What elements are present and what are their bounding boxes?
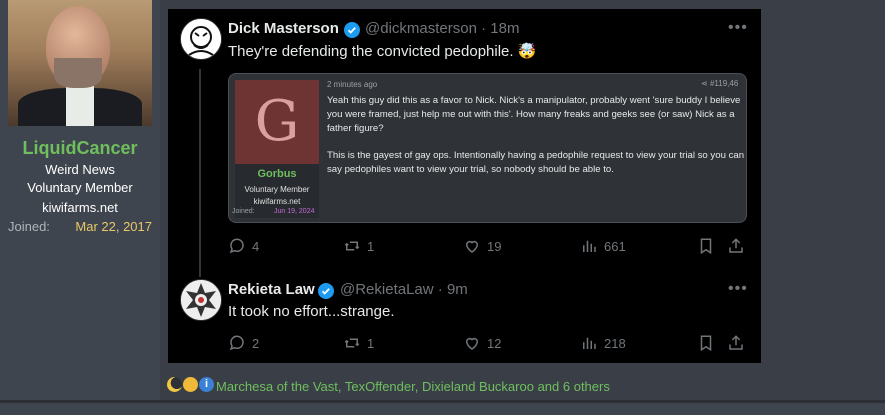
joined-date: Mar 22, 2017 [75,219,152,234]
retweet-button[interactable]: 1 [343,236,374,256]
quoted-joined-label: Joined: [232,208,255,215]
quoted-post-time: 2 minutes ago [327,80,378,89]
retweet-count: 1 [367,238,375,254]
retweet-button[interactable]: 1 [343,333,374,353]
share-icon: ⋖ [701,79,710,88]
views-icon [583,240,596,252]
retweet-icon [344,338,360,348]
informative-icon: i [199,377,214,392]
like-count: 12 [487,335,502,351]
joined-label: Joined: [8,219,50,234]
handle-text: @dickmasterson [365,20,477,37]
bookmark-button[interactable] [697,333,715,353]
reply-button[interactable]: 4 [228,236,259,256]
quoted-username: Gorbus [257,168,297,180]
avatar[interactable] [8,0,152,126]
share-button[interactable] [727,333,745,353]
dick-masterson-avatar[interactable] [180,18,222,60]
avatar-undershirt [66,86,94,126]
views-icon [583,337,596,349]
quoted-post-user: G Gorbus Voluntary Member kiwifarms.net [235,80,319,218]
tweet-embed: Dick Masterson @dickmasterson · 18m ••• … [168,9,761,363]
crescent-moon-icon [167,377,182,392]
reply-count: 2 [252,335,260,351]
reaction-users[interactable]: Marchesa of the Vast, TexOffender, Dixie… [216,379,610,394]
more-options-icon[interactable]: ••• [728,280,748,298]
thread-connector [199,69,201,277]
retweet-icon [344,241,360,251]
retweet-count: 1 [367,335,375,351]
quoted-user-role: Voluntary Member [244,185,310,194]
heart-icon [465,337,479,350]
quoted-paragraph-1: Yeah this guy did this as a favor to Nic… [327,95,741,134]
views-button[interactable]: 218 [580,333,626,353]
thinking-face-icon [183,377,198,392]
username[interactable]: LiquidCancer [0,138,160,159]
user-sidebar: LiquidCancer Weird News Voluntary Member… [0,0,160,400]
share-upload-icon [729,238,743,253]
rekieta-law-avatar[interactable] [180,279,222,321]
tweet-time: · 9m [437,281,468,298]
user-title: Weird News [45,162,115,177]
views-button[interactable]: 661 [580,236,626,256]
gorbus-avatar: G [235,80,319,164]
tweet-text: They're defending the convicted pedophil… [228,43,537,60]
tweet-text: It took no effort...strange. [228,303,395,320]
more-options-icon[interactable]: ••• [728,19,748,37]
avatar-beard [54,58,102,88]
user-site: kiwifarms.net [42,200,118,215]
post-number-text: #119,46 [709,79,739,88]
quoted-joined-date: Jun 19, 2024 [274,208,315,215]
quoted-post-number: ⋖ #119,46 [701,79,738,88]
quoted-user-site: kiwifarms.net [253,197,301,206]
user-role: Voluntary Member [27,180,133,195]
bookmark-icon [700,335,712,352]
heart-icon [465,240,479,253]
quoted-forum-post[interactable]: G Gorbus Voluntary Member kiwifarms.net … [228,73,747,223]
reply-icon [229,238,244,254]
bookmark-icon [700,238,712,255]
share-upload-icon [729,335,743,350]
tweet-author-name[interactable]: Rekieta Law [228,281,315,298]
reply-count: 4 [252,238,260,254]
reaction-icons[interactable]: i [167,377,215,392]
tweet-author-name[interactable]: Dick Masterson [228,20,339,37]
reply-icon [229,335,244,351]
tweet-time: · 18m [481,20,520,37]
quoted-post-body: Yeah this guy did this as a favor to Nic… [327,94,745,190]
view-count: 218 [604,335,626,351]
like-button[interactable]: 12 [463,333,501,353]
like-button[interactable]: 19 [463,236,501,256]
bookmark-button[interactable] [697,236,715,256]
reply-button[interactable]: 2 [228,333,259,353]
like-count: 19 [487,238,502,254]
verified-badge-icon [344,22,360,38]
handle-text: @RekietaLaw [340,281,434,298]
tweet-author-handle[interactable]: @RekietaLaw · 9m [340,281,468,298]
next-post-edge [0,403,885,415]
verified-badge-icon [318,283,334,299]
view-count: 661 [604,238,626,254]
tweet-author-handle[interactable]: @dickmasterson · 18m [365,20,519,37]
share-button[interactable] [727,236,745,256]
quoted-paragraph-2: This is the gayest of gay ops. Intention… [327,150,745,175]
